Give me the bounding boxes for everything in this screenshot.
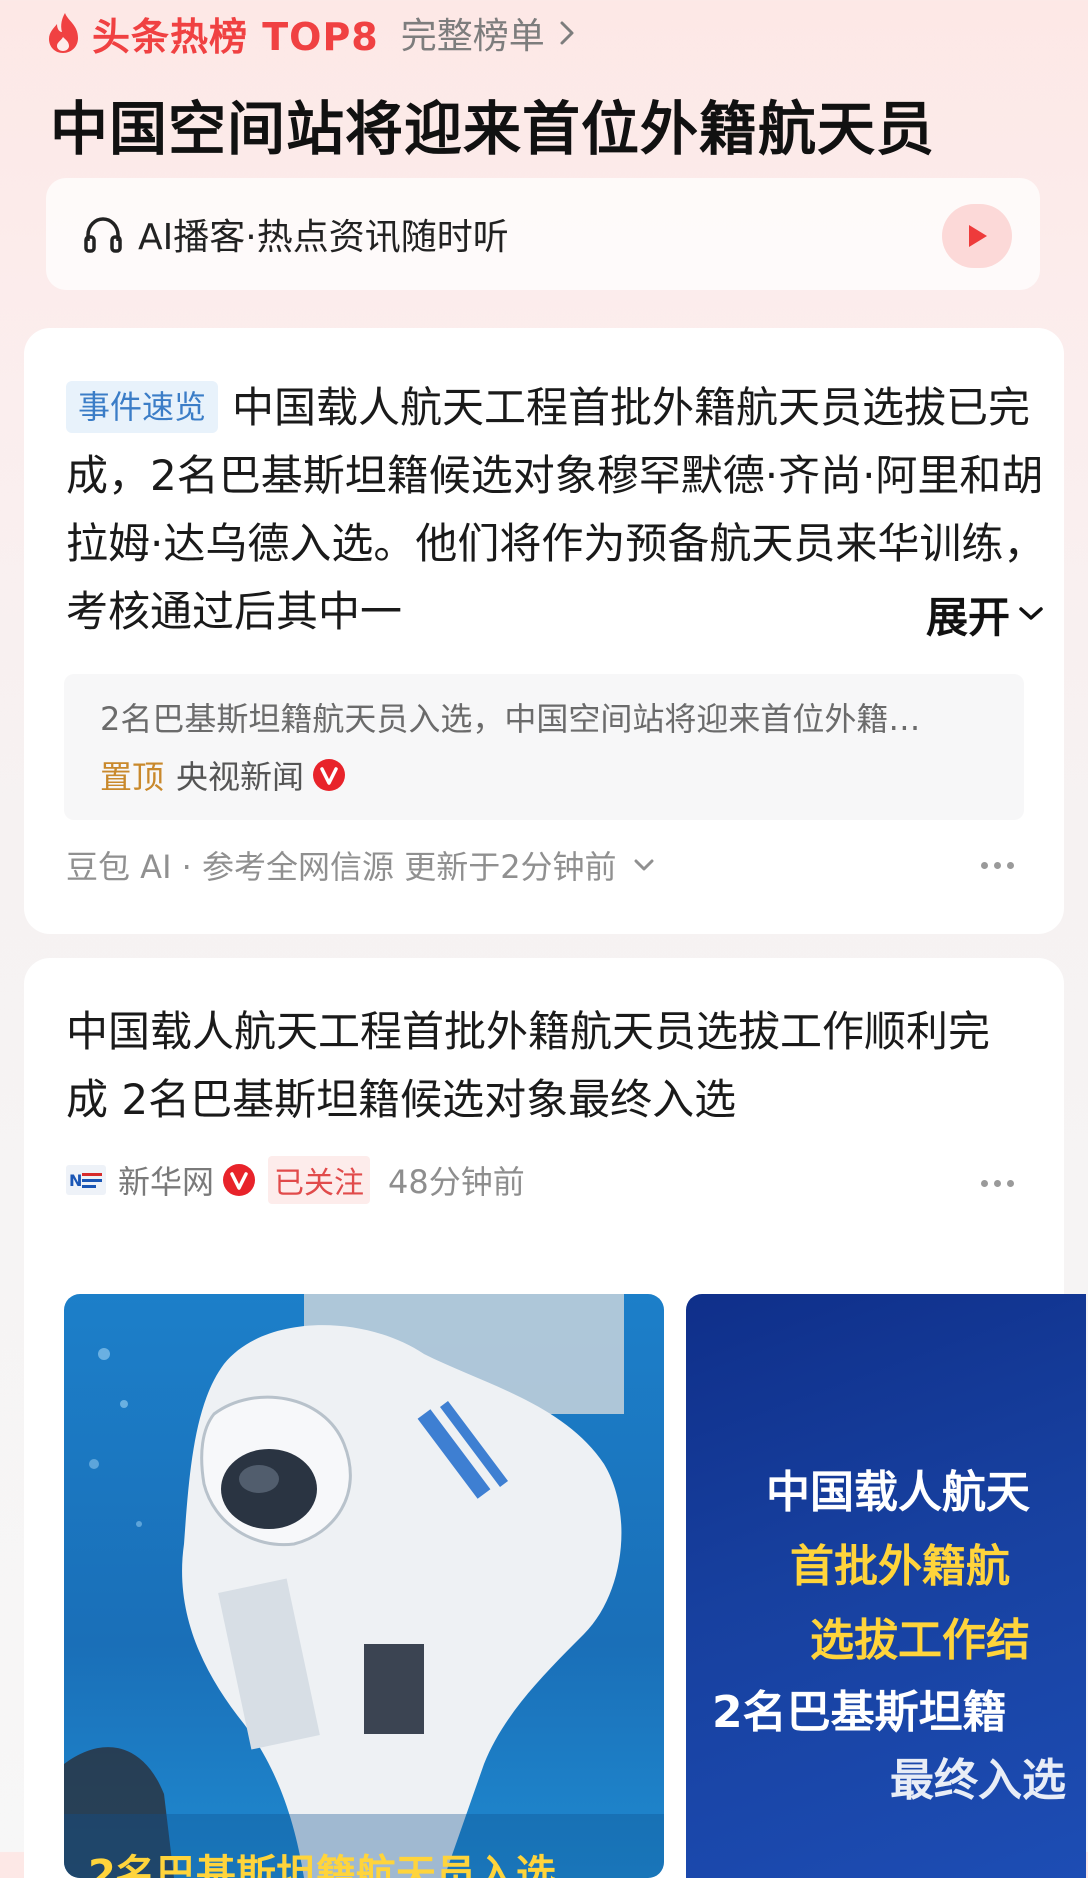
flame-icon <box>49 13 78 53</box>
article-title[interactable]: 中国载人航天工程首批外籍航天员选拔工作顺利完成 2名巴基斯坦籍候选对象最终入选 <box>66 998 1026 1134</box>
expand-button[interactable]: 展开 <box>884 580 1044 648</box>
hot-list-header[interactable]: 头条热榜 TOP8 完整榜单 <box>44 7 577 59</box>
chevron-right-icon <box>560 21 574 45</box>
poster-line: 中国载人航天 <box>766 1467 1030 1518</box>
xinhua-logo[interactable]: N <box>66 1165 106 1195</box>
astronaut-underwater-image <box>64 1294 664 1878</box>
footer-text: 豆包 AI · 参考全网信源 更新于2分钟前 <box>66 848 617 886</box>
hot-list-label: 头条热榜 TOP8 <box>92 14 379 59</box>
more-icon[interactable] <box>981 1180 1014 1187</box>
full-list-link[interactable]: 完整榜单 <box>401 7 545 59</box>
follow-status-badge[interactable]: 已关注 <box>268 1156 371 1204</box>
page-title: 中国空间站将迎来首位外籍航天员 <box>50 95 936 163</box>
poster-line: 最终入选 <box>890 1755 1066 1806</box>
article-image-poster[interactable]: 中国载人航天 首批外籍航 选拔工作结 2名巴基斯坦籍 最终入选 <box>686 1294 1086 1878</box>
article-outlet[interactable]: 新华网 <box>118 1157 214 1203</box>
source-title: 2名巴基斯坦籍航天员入选，中国空间站将迎来首位外籍… <box>100 700 921 738</box>
ai-podcast-bar[interactable]: AI播客·热点资讯随时听 <box>46 178 1040 290</box>
image-caption: 2名巴基斯坦籍航天员入选 <box>88 1852 556 1878</box>
headphones-icon <box>84 217 122 253</box>
more-icon[interactable] <box>981 862 1014 869</box>
play-icon <box>969 225 987 247</box>
svg-text:N: N <box>69 1171 82 1190</box>
poster-line: 选拔工作结 <box>810 1615 1030 1666</box>
chevron-down-icon <box>634 859 654 871</box>
article-card[interactable]: 中国载人航天工程首批外籍航天员选拔工作顺利完成 2名巴基斯坦籍候选对象最终入选 … <box>24 958 1086 1878</box>
ai-source-footer[interactable]: 豆包 AI · 参考全网信源 更新于2分钟前 <box>66 842 655 888</box>
source-outlet: 央视新闻 <box>176 758 305 796</box>
article-image-astronaut[interactable]: 2名巴基斯坦籍航天员入选 <box>64 1294 664 1878</box>
play-button[interactable] <box>942 204 1012 268</box>
source-item[interactable]: 2名巴基斯坦籍航天员入选，中国空间站将迎来首位外籍… 置顶 央视新闻 <box>64 674 1024 820</box>
verified-badge-icon <box>223 1164 256 1196</box>
article-meta: N 新华网 已关注 48分钟前 <box>66 1156 525 1204</box>
event-summary-card: 事件速览 中国载人航天工程首批外籍航天员选拔已完成，2名巴基斯坦籍候选对象穆罕默德… <box>24 328 1064 934</box>
event-summary-tag: 事件速览 <box>66 381 219 433</box>
pinned-label: 置顶 <box>100 758 165 796</box>
article-time: 48分钟前 <box>388 1163 525 1201</box>
podcast-label: AI播客·热点资讯随时听 <box>138 217 509 258</box>
expand-label: 展开 <box>925 592 1010 642</box>
poster-line: 首批外籍航 <box>790 1541 1010 1592</box>
chevron-down-icon <box>1019 607 1043 620</box>
poster-line: 2名巴基斯坦籍 <box>712 1687 1007 1738</box>
source-meta: 置顶 央视新闻 <box>100 752 346 798</box>
verified-badge-icon <box>313 759 346 791</box>
